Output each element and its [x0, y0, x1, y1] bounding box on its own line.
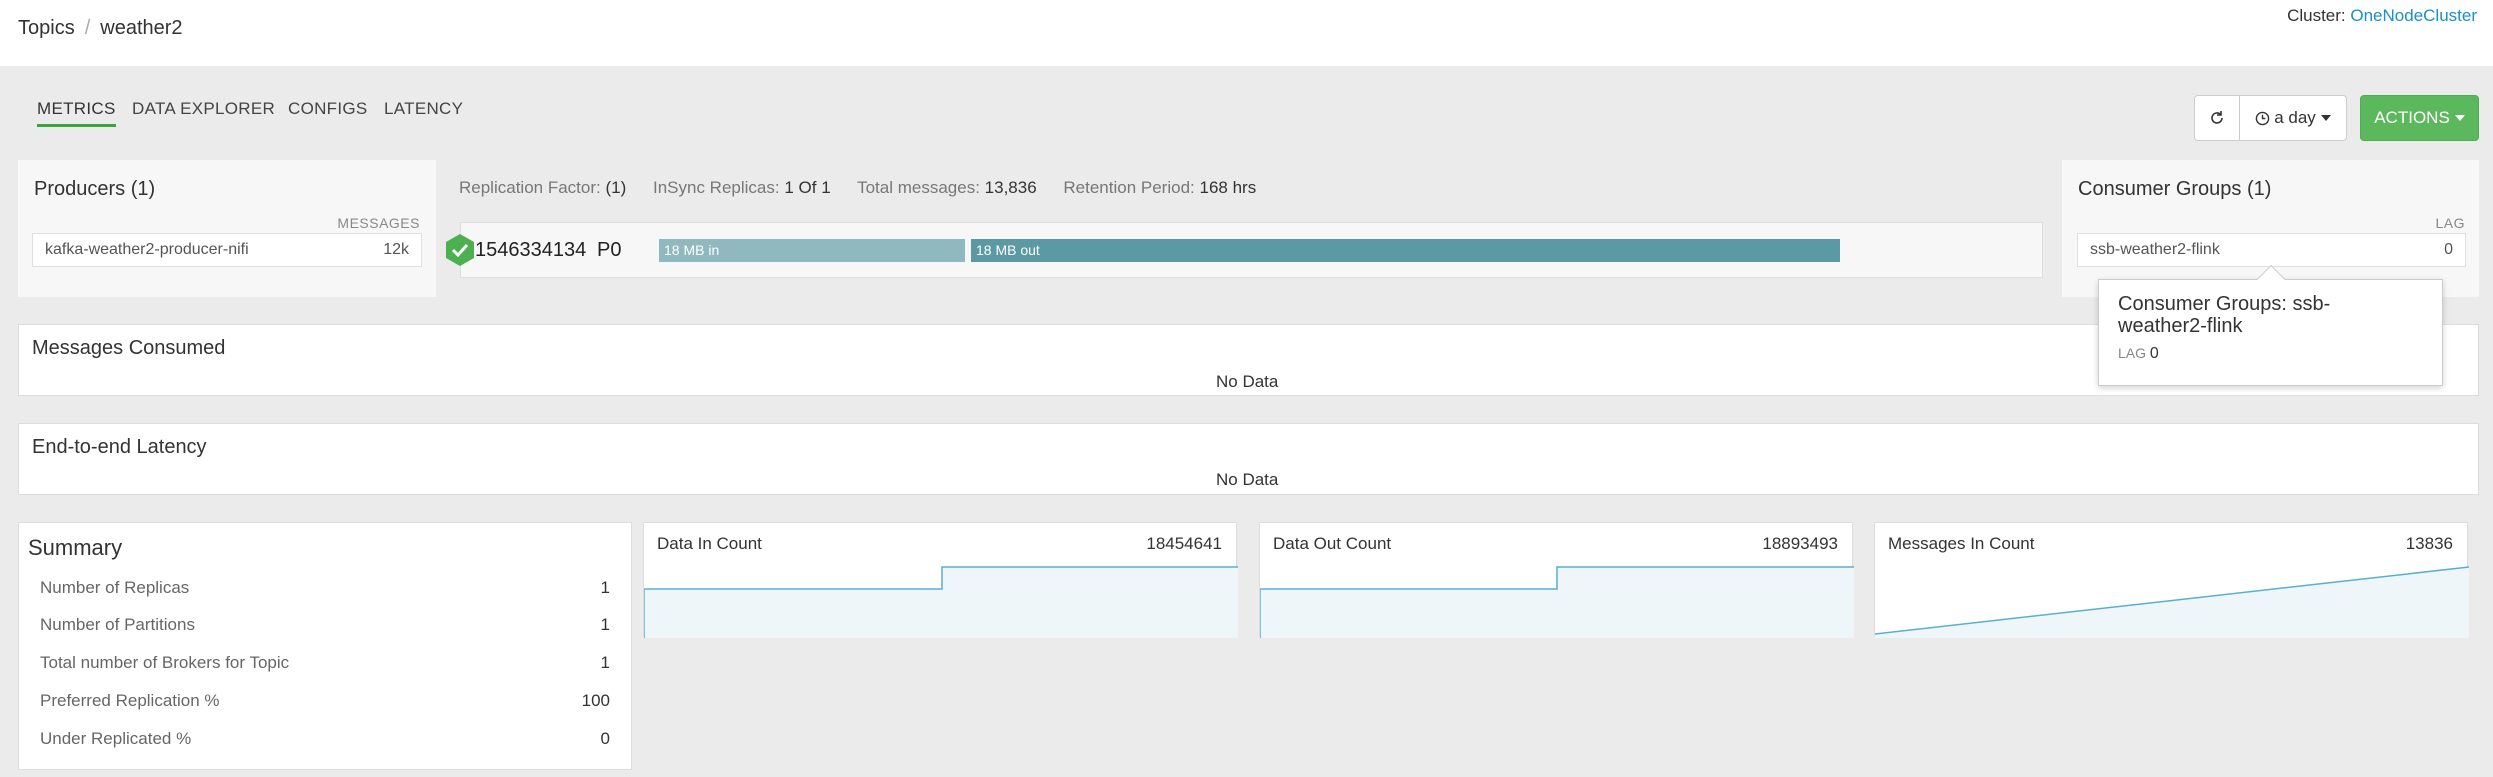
tooltip-lag: LAG 0 [2118, 345, 2159, 363]
breadcrumb-topics-link[interactable]: Topics [18, 17, 75, 39]
data-in-count-sparkline [644, 566, 1238, 638]
insync-replicas-value: 1 Of 1 [784, 178, 831, 197]
producer-row[interactable]: kafka-weather2-producer-nifi 12k [32, 233, 422, 267]
cluster-label: Cluster: [2287, 6, 2346, 25]
partition-label: P0 [597, 239, 622, 261]
time-range-label: a day [2274, 108, 2316, 127]
summary-row-value: 1 [600, 578, 610, 597]
chevron-down-icon [2320, 115, 2331, 121]
summary-row: Number of Replicas 1 [40, 578, 610, 598]
summary-title: Summary [28, 535, 123, 560]
time-range-dropdown[interactable]: a day [2239, 95, 2347, 141]
messages-in-count-sparkline [1875, 566, 2469, 638]
end-to-end-latency-no-data: No Data [1216, 470, 1279, 489]
summary-row: Preferred Replication % 100 [40, 691, 610, 711]
top-bar [0, 0, 2493, 66]
data-out-count-value: 18893493 [1762, 534, 1838, 553]
producers-messages-header: MESSAGES [337, 215, 420, 231]
summary-row-value: 1 [600, 653, 610, 672]
tab-latency[interactable]: LATENCY [384, 99, 463, 119]
summary-row-value: 100 [581, 691, 610, 710]
messages-consumed-no-data: No Data [1216, 372, 1279, 391]
total-messages-value: 13,836 [984, 178, 1037, 197]
total-messages-label: Total messages: [857, 178, 980, 197]
tooltip-title: Consumer Groups: ssb-weather2-flink [2118, 293, 2331, 337]
insync-replicas-label: InSync Replicas: [652, 178, 780, 197]
broker-id[interactable]: 1546334134 [475, 239, 586, 262]
producers-title: Producers (1) [34, 178, 156, 200]
cluster-indicator: Cluster: OneNodeCluster [2287, 6, 2477, 26]
clock-icon [2255, 111, 2270, 125]
replication-factor-label: Replication Factor: [459, 178, 601, 197]
summary-row-label: Number of Replicas [40, 578, 190, 597]
messages-in-count-card: Messages In Count 13836 [1874, 522, 2469, 638]
summary-row-value: 1 [600, 615, 610, 634]
consumer-groups-lag-header: LAG [2435, 215, 2465, 231]
leader-check-icon [446, 234, 474, 266]
chevron-down-icon [2454, 115, 2465, 121]
summary-row-value: 0 [600, 729, 610, 748]
summary-row-label: Under Replicated % [40, 729, 192, 748]
summary-row: Total number of Brokers for Topic 1 [40, 653, 610, 673]
summary-row-label: Total number of Brokers for Topic [40, 653, 290, 672]
end-to-end-latency-title: End-to-end Latency [32, 436, 207, 458]
messages-consumed-title: Messages Consumed [32, 337, 226, 359]
tab-configs[interactable]: CONFIGS [288, 99, 368, 119]
consumer-groups-title: Consumer Groups (1) [2078, 178, 2272, 200]
refresh-button[interactable] [2194, 95, 2240, 141]
producers-panel: Producers (1) MESSAGES kafka-weather2-pr… [18, 160, 436, 297]
tooltip-lag-value: 0 [2149, 345, 2159, 362]
producer-name: kafka-weather2-producer-nifi [45, 241, 249, 258]
summary-row-label: Preferred Replication % [40, 691, 220, 710]
retention-period-label: Retention Period: [1063, 178, 1195, 197]
consumer-group-lag: 0 [2444, 241, 2453, 258]
replication-factor-value: (1) [605, 178, 627, 197]
data-in-count-card: Data In Count 18454641 [643, 522, 1238, 638]
data-out-count-card: Data Out Count 18893493 [1259, 522, 1854, 638]
summary-row: Under Replicated % 0 [40, 729, 610, 749]
breadcrumb: Topics / weather2 [18, 17, 183, 40]
tab-data-explorer[interactable]: DATA EXPLORER [132, 99, 275, 119]
data-out-count-label: Data Out Count [1273, 534, 1392, 553]
bytes-in-bar: 18 MB in [659, 239, 965, 262]
producer-messages: 12k [383, 241, 409, 258]
replication-info: Replication Factor: (1) InSync Replicas:… [459, 178, 1278, 198]
tab-metrics[interactable]: METRICS [37, 99, 116, 127]
cluster-link[interactable]: OneNodeCluster [2350, 6, 2477, 25]
tooltip-lag-label: LAG [2118, 345, 2147, 361]
actions-label: ACTIONS [2374, 108, 2450, 127]
consumer-group-row[interactable]: ssb-weather2-flink 0 [2077, 233, 2466, 267]
data-in-count-value: 18454641 [1146, 534, 1222, 553]
messages-in-count-value: 13836 [2405, 534, 2453, 553]
data-out-count-sparkline [1260, 566, 1854, 638]
actions-button[interactable]: ACTIONS [2360, 95, 2479, 141]
bytes-out-bar: 18 MB out [971, 239, 1840, 262]
breadcrumb-current: weather2 [100, 17, 183, 39]
retention-period-value: 168 hrs [1199, 178, 1257, 197]
consumer-group-name: ssb-weather2-flink [2090, 241, 2220, 258]
messages-in-count-label: Messages In Count [1888, 534, 2035, 553]
refresh-icon [2211, 111, 2223, 124]
summary-row: Number of Partitions 1 [40, 615, 610, 635]
end-to-end-latency-card: End-to-end Latency No Data [18, 423, 2479, 495]
summary-row-label: Number of Partitions [40, 615, 195, 634]
breadcrumb-separator: / [84, 17, 91, 39]
data-in-count-label: Data In Count [657, 534, 762, 553]
